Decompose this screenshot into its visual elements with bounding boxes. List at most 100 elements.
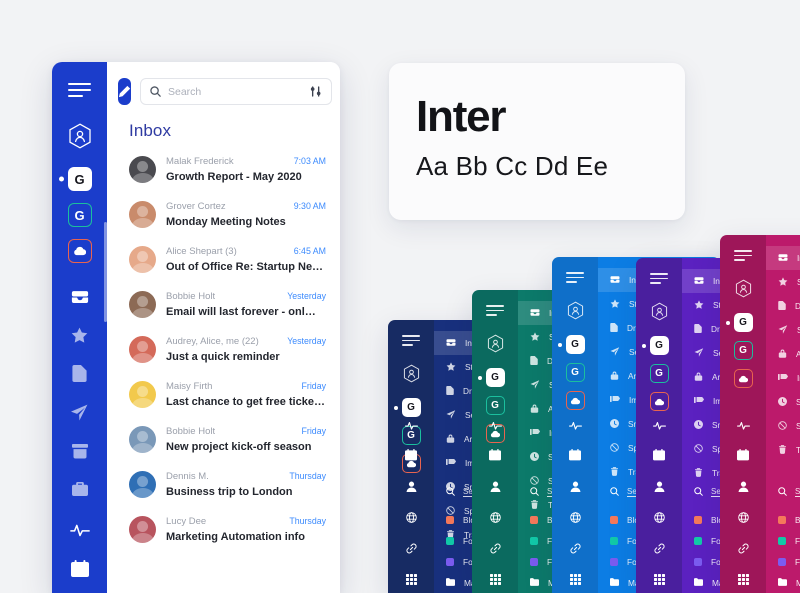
email-list-item[interactable]: Alice Shepart (3) 6:45 AM Out of Office Re…	[129, 237, 326, 282]
sliders-filter-icon[interactable]	[310, 86, 322, 97]
account-badge-g-teal[interactable]: G	[565, 363, 585, 382]
email-list-item[interactable]: Maisy Firth Friday Last chance to get free…	[129, 372, 326, 417]
activity-pulse-icon[interactable]	[736, 417, 750, 435]
rail-scrollbar[interactable]	[104, 222, 107, 322]
email-list-item[interactable]: Bobbie Holt Friday New project kick-off se…	[129, 417, 326, 462]
email-list-item[interactable]: Audrey, Alice, me (22) Yesterday Just a qu…	[129, 327, 326, 372]
account-badge-g-teal[interactable]: G	[485, 396, 505, 415]
hamburger-menu-icon[interactable]	[68, 83, 91, 97]
hamburger-menu-icon[interactable]	[402, 335, 420, 346]
hamburger-menu-icon[interactable]	[650, 273, 668, 284]
document-icon[interactable]	[72, 365, 87, 387]
account-switcher-g-primary[interactable]: G	[720, 313, 766, 332]
account-badge-cloud-red[interactable]	[649, 392, 669, 411]
grid-icon[interactable]	[737, 572, 749, 590]
account-switcher-cloud[interactable]	[52, 239, 107, 263]
activity-pulse-icon[interactable]	[568, 417, 582, 435]
account-badge-g-white[interactable]: G	[485, 368, 505, 387]
activity-pulse-icon[interactable]	[69, 523, 90, 542]
activity-pulse-icon[interactable]	[488, 417, 502, 435]
folder-item[interactable]: Blocked	[766, 509, 800, 530]
account-badge-g-white[interactable]: G	[649, 336, 669, 355]
account-badge-cloud-red[interactable]	[67, 239, 92, 263]
hexagon-avatar-icon[interactable]	[67, 123, 93, 149]
person-icon[interactable]	[406, 479, 417, 497]
compose-button[interactable]	[118, 78, 131, 105]
calendar-icon[interactable]	[653, 448, 665, 466]
hamburger-menu-icon[interactable]	[566, 272, 584, 283]
theme-menu-item-spam[interactable]: Spam	[766, 414, 800, 438]
grid-icon[interactable]	[569, 572, 581, 590]
account-badge-g-white[interactable]: G	[401, 398, 421, 417]
theme-menu-item-snoozed[interactable]: Snoozed	[766, 390, 800, 414]
account-badge-cloud-red[interactable]	[565, 391, 585, 410]
hexagon-avatar-icon[interactable]	[567, 301, 584, 325]
archive-icon[interactable]	[71, 443, 88, 464]
activity-pulse-icon[interactable]	[652, 417, 666, 435]
grid-icon[interactable]	[405, 572, 417, 590]
hexagon-avatar-icon[interactable]	[735, 279, 752, 303]
theme-menu-item-archived[interactable]: Archived	[766, 342, 800, 366]
account-switcher-g-primary[interactable]: G	[472, 368, 518, 387]
account-switcher-g-primary[interactable]: G	[388, 398, 434, 417]
link-icon[interactable]	[569, 541, 581, 559]
link-icon[interactable]	[405, 541, 417, 559]
link-icon[interactable]	[489, 541, 501, 559]
folder-item[interactable]: Folder 2	[766, 551, 800, 572]
calendar-icon[interactable]	[70, 560, 89, 583]
globe-icon[interactable]	[569, 510, 581, 528]
theme-menu-item-sent[interactable]: Sent	[766, 318, 800, 342]
person-icon[interactable]	[654, 479, 665, 497]
calendar-icon[interactable]	[569, 448, 581, 466]
globe-icon[interactable]	[405, 510, 417, 528]
hamburger-menu-icon[interactable]	[734, 250, 752, 261]
globe-icon[interactable]	[653, 510, 665, 528]
account-switcher-g-secondary[interactable]: G	[52, 203, 107, 227]
email-list-item[interactable]: Lucy Dee Thursday Marketing Automation inf…	[129, 507, 326, 552]
theme-menu-item-inbox[interactable]: Inbox	[766, 246, 800, 270]
theme-menu-item-important[interactable]: Important	[766, 366, 800, 390]
email-list-item[interactable]: Bobbie Holt Yesterday Email will last fore…	[129, 282, 326, 327]
email-list-item[interactable]: Dennis M. Thursday Business trip to London	[129, 462, 326, 507]
theme-menu-item-trash[interactable]: Trash	[766, 438, 800, 462]
person-icon[interactable]	[738, 479, 749, 497]
account-badge-cloud-red[interactable]	[733, 369, 753, 388]
search-input[interactable]	[168, 85, 303, 98]
account-badge-g-white[interactable]: G	[565, 335, 585, 354]
activity-pulse-icon[interactable]	[404, 417, 418, 435]
account-switcher-g-primary[interactable]: G	[552, 335, 598, 354]
email-list-item[interactable]: Grover Cortez 9:30 AM Monday Meeting Notes	[129, 192, 326, 237]
person-icon[interactable]	[490, 479, 501, 497]
folder-item[interactable]: Folder 1	[766, 530, 800, 551]
account-switcher-g-primary[interactable]: G	[52, 167, 107, 191]
email-list-item[interactable]: Malak Frederick 7:03 AM Growth Report - Ma…	[129, 147, 326, 192]
send-icon[interactable]	[71, 404, 88, 426]
account-switcher-g-primary[interactable]: G	[636, 336, 682, 355]
theme-menu-item-starred[interactable]: Starred	[766, 270, 800, 294]
hexagon-avatar-icon[interactable]	[487, 334, 504, 358]
link-icon[interactable]	[653, 541, 665, 559]
link-icon[interactable]	[737, 541, 749, 559]
account-badge-g-teal[interactable]: G	[67, 203, 92, 227]
person-icon[interactable]	[570, 479, 581, 497]
account-badge-g-white[interactable]: G	[733, 313, 753, 332]
hexagon-avatar-icon[interactable]	[403, 364, 420, 388]
calendar-icon[interactable]	[489, 448, 501, 466]
search-box[interactable]	[140, 78, 332, 105]
briefcase-icon[interactable]	[71, 481, 88, 502]
account-badge-g-white[interactable]: G	[67, 167, 92, 191]
grid-icon[interactable]	[653, 572, 665, 590]
calendar-icon[interactable]	[405, 448, 417, 466]
calendar-icon[interactable]	[737, 448, 749, 466]
hexagon-avatar-icon[interactable]	[651, 302, 668, 326]
globe-icon[interactable]	[737, 510, 749, 528]
star-icon[interactable]	[71, 327, 88, 348]
account-badge-g-teal[interactable]: G	[649, 364, 669, 383]
globe-icon[interactable]	[489, 510, 501, 528]
theme-menu-item-drafts[interactable]: Drafts	[766, 294, 800, 318]
grid-icon[interactable]	[489, 572, 501, 590]
hamburger-menu-icon[interactable]	[486, 305, 504, 316]
folder-item[interactable]: Manage folders	[766, 572, 800, 593]
search-folder-row[interactable]: Search folder	[766, 480, 800, 502]
account-badge-g-teal[interactable]: G	[733, 341, 753, 360]
